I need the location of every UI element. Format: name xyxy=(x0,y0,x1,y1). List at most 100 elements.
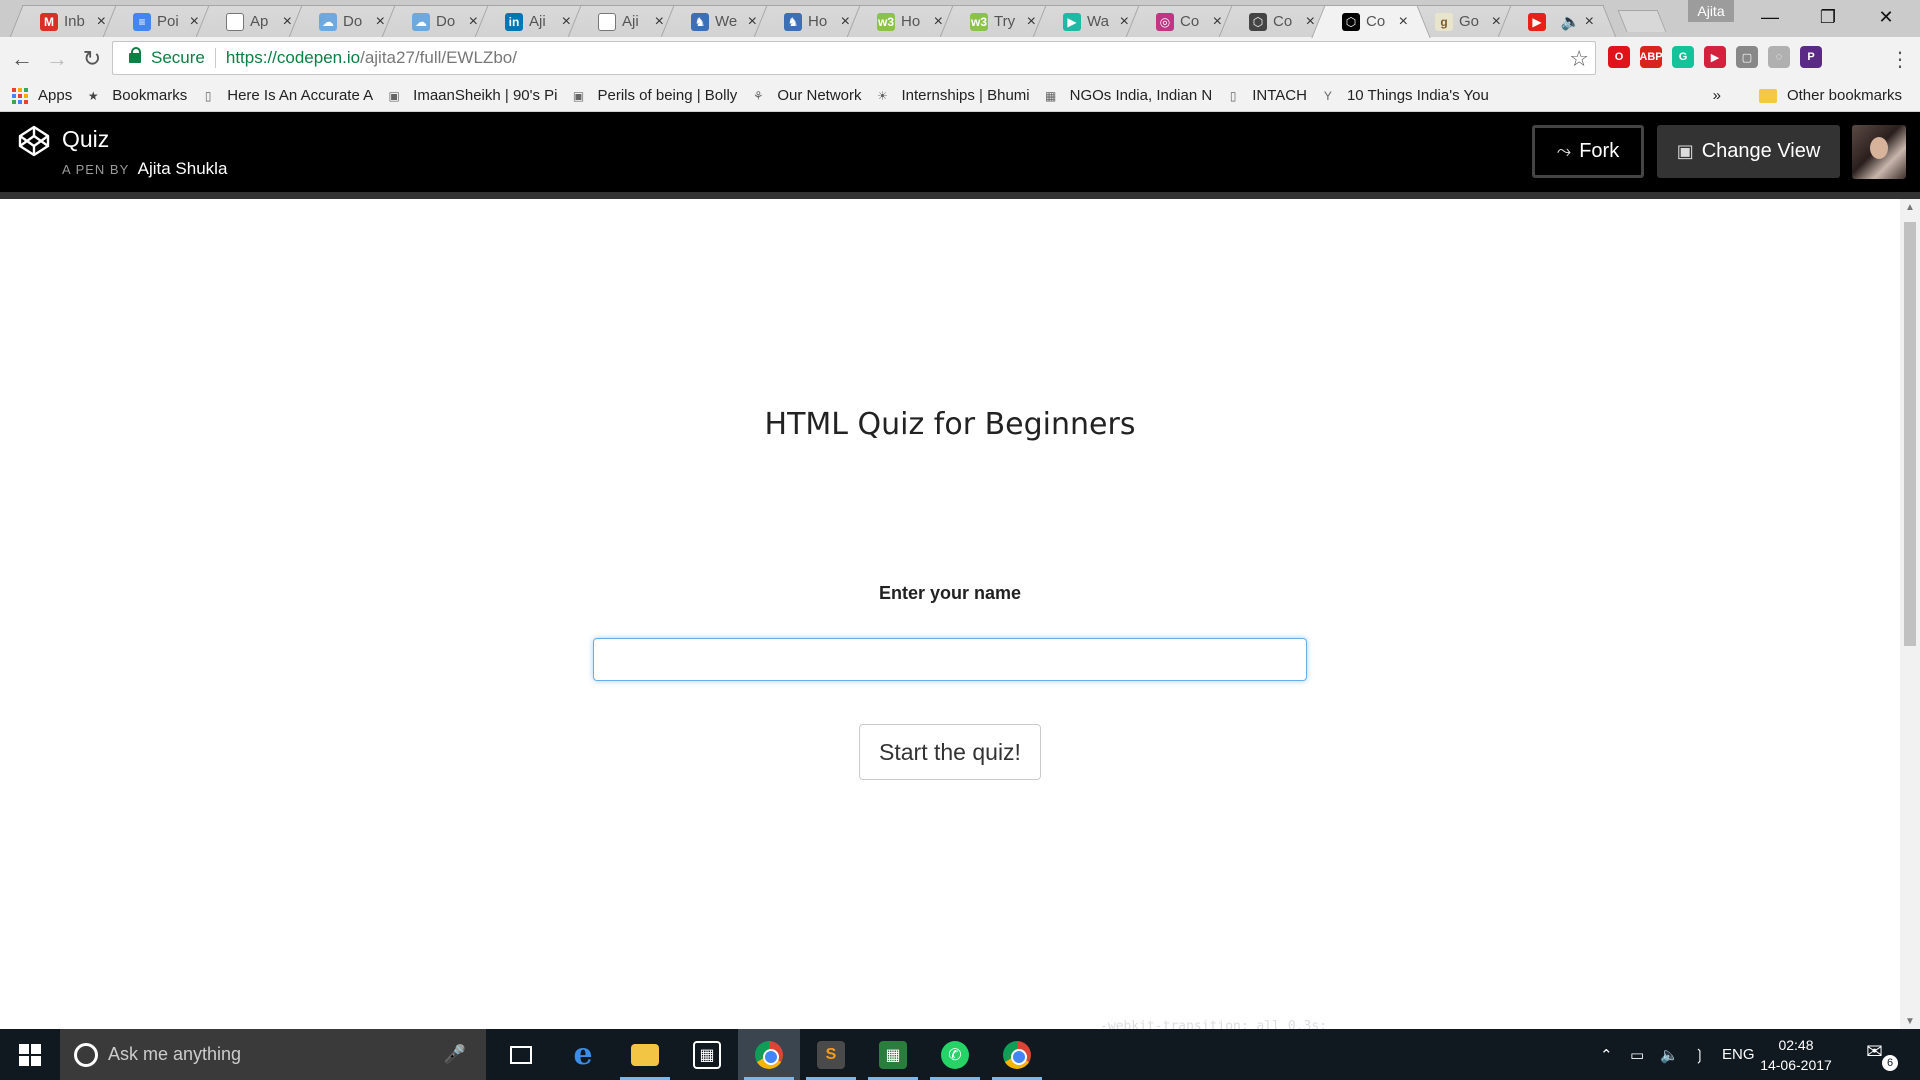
action-center-button[interactable]: ✉ 6 xyxy=(1866,1039,1898,1071)
battery-icon[interactable]: ▭ xyxy=(1630,1029,1644,1080)
bookmark-item[interactable]: ☀ Internships | Bhumi xyxy=(874,87,1030,105)
tab-close-icon[interactable]: × xyxy=(1492,13,1501,31)
browser-tab[interactable]: in Aji × xyxy=(487,5,581,37)
bookmarks-overflow-icon[interactable]: » xyxy=(1713,87,1721,104)
pocket-icon[interactable]: ▶ xyxy=(1704,46,1726,68)
tab-close-icon[interactable]: × xyxy=(1306,13,1315,31)
close-window-icon[interactable]: ✕ xyxy=(1858,0,1914,34)
bookmark-item[interactable]: Y 10 Things India's You xyxy=(1319,87,1489,105)
tab-close-icon[interactable]: × xyxy=(934,13,943,31)
tab-close-icon[interactable]: × xyxy=(1399,13,1408,31)
codepen-logo-icon[interactable] xyxy=(18,125,50,157)
taskbar-chrome-2[interactable] xyxy=(986,1029,1048,1080)
tab-close-icon[interactable]: × xyxy=(283,13,292,31)
scroll-down-icon[interactable]: ▼ xyxy=(1900,1013,1920,1029)
browser-tab[interactable]: ◎ Co × xyxy=(1138,5,1232,37)
taskbar-office[interactable]: ▦ xyxy=(862,1029,924,1080)
tab-close-icon[interactable]: × xyxy=(562,13,571,31)
restore-icon[interactable]: ❐ xyxy=(1800,0,1856,34)
menu-icon[interactable]: ⋮ xyxy=(1884,43,1916,75)
browser-tab[interactable]: Aji × xyxy=(580,5,674,37)
tab-close-icon[interactable]: × xyxy=(1213,13,1222,31)
volume-icon[interactable]: 🔈 xyxy=(1660,1029,1679,1080)
name-input[interactable] xyxy=(593,638,1307,681)
author-link[interactable]: Ajita Shukla xyxy=(138,159,228,178)
taskbar-store[interactable]: ▦ xyxy=(676,1029,738,1080)
browser-tab[interactable]: g Go × xyxy=(1417,5,1511,37)
tab-close-icon[interactable]: × xyxy=(1120,13,1129,31)
taskbar-whatsapp[interactable]: ✆ xyxy=(924,1029,986,1080)
windows-start-button[interactable] xyxy=(0,1029,60,1080)
bookmark-star-icon[interactable]: ☆ xyxy=(1569,46,1589,72)
bookmark-item[interactable]: ▦ NGOs India, Indian N xyxy=(1042,87,1212,105)
p-extension-icon[interactable]: P xyxy=(1800,46,1822,68)
browser-tab[interactable]: M Inb × xyxy=(22,5,116,37)
change-view-button[interactable]: ▣ Change View xyxy=(1657,125,1840,178)
wifi-icon[interactable]: ❳ xyxy=(1693,1029,1706,1080)
browser-tab[interactable]: ⬡ Co × xyxy=(1324,5,1418,37)
tab-close-icon[interactable]: × xyxy=(469,13,478,31)
browser-tab[interactable]: ⬡ Co × xyxy=(1231,5,1325,37)
tab-close-icon[interactable]: × xyxy=(190,13,199,31)
taskbar-edge[interactable]: e xyxy=(552,1029,614,1080)
profile-button[interactable]: Ajita xyxy=(1688,0,1734,22)
address-bar[interactable]: Secure https://codepen.io /ajita27/full/… xyxy=(112,41,1596,75)
bookmark-item[interactable]: Apps xyxy=(12,87,72,104)
bookmark-label: Perils of being | Bolly xyxy=(597,87,738,104)
back-icon[interactable]: ← xyxy=(6,43,38,75)
bookmark-item[interactable]: ▣ Perils of being | Bolly xyxy=(570,87,738,105)
browser-tab[interactable]: ≡ Poi × xyxy=(115,5,209,37)
browser-tab[interactable]: ☁ Do × xyxy=(301,5,395,37)
tab-close-icon[interactable]: × xyxy=(97,13,106,31)
start-quiz-button[interactable]: Start the quiz! xyxy=(859,724,1041,780)
cortana-search-box[interactable]: Ask me anything 🎤 xyxy=(60,1029,486,1080)
fork-button[interactable]: ⤳ Fork xyxy=(1532,125,1644,178)
browser-tab[interactable]: ♞ Ho × xyxy=(766,5,860,37)
other-bookmarks[interactable]: Other bookmarks xyxy=(1758,87,1902,104)
browser-tab[interactable]: ♞ We × xyxy=(673,5,767,37)
bookmark-item[interactable]: ⚘ Our Network xyxy=(749,87,862,105)
grammarly-icon[interactable]: G xyxy=(1672,46,1694,68)
tab-title: Co xyxy=(1366,13,1386,30)
browser-tab[interactable]: w3 Ho × xyxy=(859,5,953,37)
tab-close-icon[interactable]: × xyxy=(1027,13,1036,31)
microphone-icon[interactable]: 🎤 xyxy=(444,1044,466,1065)
bhumi-icon: ☀ xyxy=(877,88,888,103)
show-hidden-icons[interactable]: ⌃ xyxy=(1600,1029,1613,1080)
new-tab-button[interactable] xyxy=(1617,10,1667,32)
tab-close-icon[interactable]: × xyxy=(376,13,385,31)
taskbar-chrome[interactable] xyxy=(738,1029,800,1080)
chrome-icon xyxy=(755,1040,783,1069)
tab-close-icon[interactable]: × xyxy=(655,13,664,31)
extension-icon[interactable]: ▢ xyxy=(1736,46,1758,68)
tab-close-icon[interactable]: × xyxy=(1585,13,1594,31)
tab-title: Poi xyxy=(157,13,179,30)
tab-close-icon[interactable]: × xyxy=(841,13,850,31)
forward-icon[interactable]: → xyxy=(41,43,73,75)
pen-title[interactable]: Quiz xyxy=(62,126,109,153)
avatar[interactable] xyxy=(1852,125,1906,179)
scrollbar-thumb[interactable] xyxy=(1904,222,1916,646)
system-clock[interactable]: 02:48 14-06-2017 xyxy=(1748,1035,1844,1075)
opera-icon[interactable]: O xyxy=(1608,46,1630,68)
scrollbar[interactable]: ▲ ▼ xyxy=(1900,199,1920,1029)
browser-tab[interactable]: ▶ Wa × xyxy=(1045,5,1139,37)
browser-tab[interactable]: ☁ Do × xyxy=(394,5,488,37)
bookmark-item[interactable]: ★ Bookmarks xyxy=(84,87,187,105)
extension-icon[interactable]: ◌ xyxy=(1768,46,1790,68)
scroll-up-icon[interactable]: ▲ xyxy=(1900,199,1920,215)
bookmark-item[interactable]: ▯ INTACH xyxy=(1224,87,1307,105)
minimize-icon[interactable]: — xyxy=(1742,0,1798,34)
task-view-button[interactable] xyxy=(490,1029,552,1080)
browser-tab[interactable]: w3 Try × xyxy=(952,5,1046,37)
bookmark-item[interactable]: ▯ Here Is An Accurate A xyxy=(199,87,373,105)
adblock-icon[interactable]: ABP xyxy=(1639,46,1663,68)
reload-icon[interactable]: ↻ xyxy=(76,43,108,75)
browser-tab[interactable]: ▶ 🔈 × xyxy=(1510,5,1604,37)
taskbar-file-explorer[interactable] xyxy=(614,1029,676,1080)
bookmark-item[interactable]: ▣ ImaanSheikh | 90's Pi xyxy=(385,87,557,105)
tab-audio-icon[interactable]: 🔈 xyxy=(1561,12,1581,32)
browser-tab[interactable]: Ap × xyxy=(208,5,302,37)
tab-close-icon[interactable]: × xyxy=(748,13,757,31)
taskbar-sublime[interactable]: S xyxy=(800,1029,862,1080)
